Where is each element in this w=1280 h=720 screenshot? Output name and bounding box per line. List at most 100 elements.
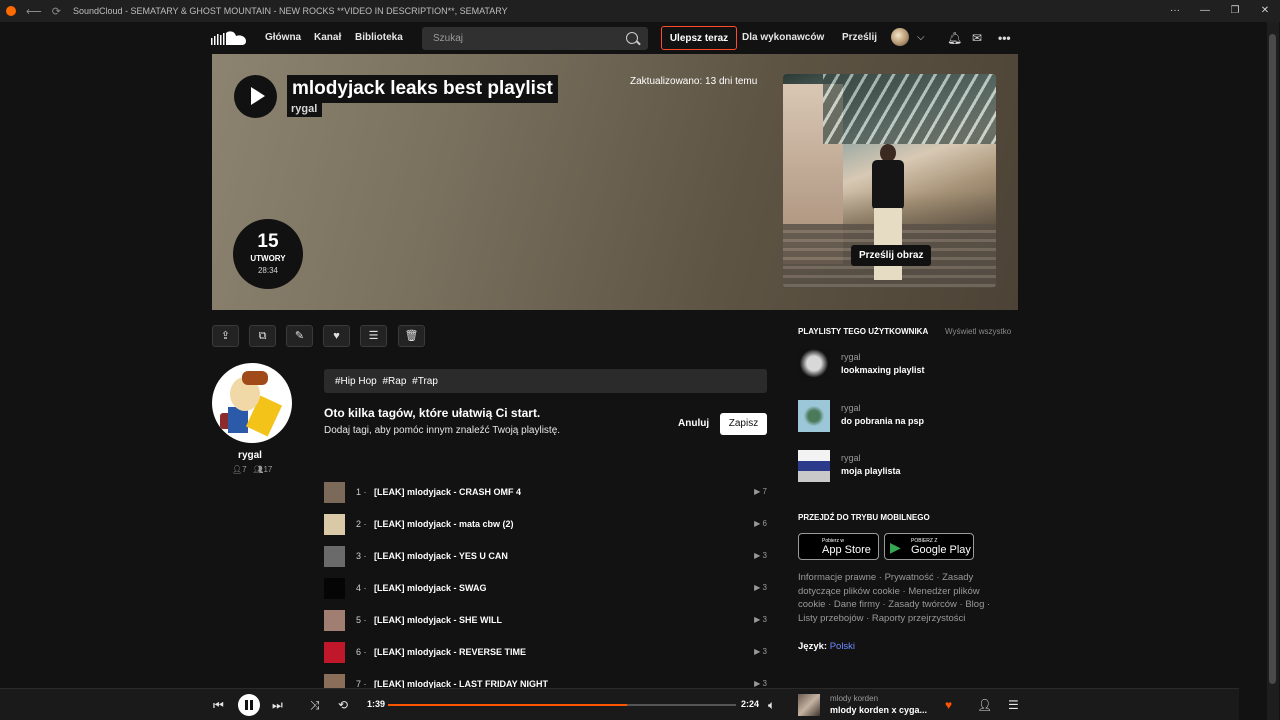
notifications-bell-icon[interactable]: 🔔︎ [947,31,962,45]
playlist-thumbnail[interactable] [798,349,830,381]
minimize-icon[interactable]: — [1190,0,1220,22]
play-button[interactable] [234,75,277,118]
track-title[interactable]: [LEAK] mlodyjack - mata cbw (2) [374,519,514,529]
nav-home[interactable]: Główna [265,32,301,43]
track-plays: ▶ 3 [754,615,767,624]
track-thumbnail[interactable] [324,482,345,503]
playlist-user[interactable]: rygal [841,453,861,463]
messages-mail-icon[interactable]: ✉︎ [972,31,982,45]
soundcloud-logo-icon[interactable] [211,30,247,46]
search-box [422,27,648,50]
nav-for-artists[interactable]: Dla wykonawców [742,32,824,43]
close-icon[interactable]: ✕ [1250,0,1280,22]
track-plays: ▶ 6 [754,519,767,528]
user-avatar-menu[interactable] [891,28,909,46]
more-options-icon[interactable]: ··· [1160,0,1190,22]
view-all-link[interactable]: Wyświetl wszystko [945,327,1011,336]
add-to-queue-icon[interactable]: ☰ [360,325,387,347]
sidebar-playlist[interactable]: rygal do pobrania na psp [798,400,1018,432]
track-thumbnail[interactable] [324,578,345,599]
previous-track-icon[interactable]: ⏮︎ [213,698,224,713]
track-thumbnail[interactable] [324,610,345,631]
track-thumbnail[interactable] [324,514,345,535]
track-row[interactable]: 5 · [LEAK] mlodyjack - SHE WILL ▶ 3 [324,610,767,632]
pause-button[interactable] [238,694,260,716]
like-heart-icon[interactable]: ♥ [945,698,952,712]
sidebar-playlist[interactable]: rygal moja playlista [798,450,1018,482]
repeat-icon[interactable]: ⟲ [338,698,348,712]
search-input[interactable] [433,33,613,44]
window-title: SoundCloud - SEMATARY & GHOST MOUNTAIN -… [73,6,508,16]
scrollbar-thumb[interactable] [1269,34,1276,684]
track-title[interactable]: [LEAK] mlodyjack - REVERSE TIME [374,647,526,657]
progress-fill [388,704,628,706]
playlist-owner-link[interactable]: rygal [287,102,323,117]
track-row[interactable]: 2 · [LEAK] mlodyjack - mata cbw (2) ▶ 6 [324,514,767,536]
save-button[interactable]: Zapisz [720,413,767,435]
total-time: 2:24 [741,699,760,709]
queue-icon[interactable]: ☰ [1008,698,1019,712]
share-icon[interactable]: ⇪ [212,325,239,347]
track-row[interactable]: 3 · [LEAK] mlodyjack - YES U CAN ▶ 3 [324,546,767,568]
sidebar-playlist[interactable]: rygal lookmaxing playlist [798,349,1018,381]
playlist-thumbnail[interactable] [798,400,830,432]
playlist-user[interactable]: rygal [841,403,861,413]
user-avatar[interactable] [212,363,292,443]
track-plays: ▶ 3 [754,551,767,560]
upgrade-button[interactable]: Ulepsz teraz [661,26,737,50]
nav-library[interactable]: Biblioteka [355,32,403,43]
tag-chip[interactable]: #Trap [412,376,438,387]
track-title[interactable]: [LEAK] mlodyjack - CRASH OMF 4 [374,487,521,497]
volume-icon[interactable]: 🔈︎ [768,698,775,713]
playlist-thumbnail[interactable] [798,450,830,482]
shuffle-icon[interactable]: ⤨ [310,698,320,713]
page-scrollbar[interactable] [1239,22,1280,720]
like-heart-icon[interactable]: ♥ [323,325,350,347]
language-link[interactable]: Polski [830,641,855,652]
play-count-icon: ▶ [754,519,763,528]
playlist-title[interactable]: do pobrania na psp [841,416,924,426]
back-arrow-icon[interactable]: ⟵ [26,5,42,18]
edit-pencil-icon[interactable]: ✎ [286,325,313,347]
cover-person-legs [874,208,902,280]
cancel-button[interactable]: Anuluj [678,418,709,429]
nav-feed[interactable]: Kanał [314,32,341,43]
follow-user-icon[interactable]: 👤︎ [977,698,992,712]
upload-image-button[interactable]: Prześlij obraz [851,245,932,266]
track-title[interactable]: [LEAK] mlodyjack - YES U CAN [374,551,508,561]
delete-trash-icon[interactable]: 🗑︎ [398,325,425,347]
app-store-button[interactable]: Pobierz w App Store [798,533,879,560]
followers-count[interactable]: 7 [242,465,246,474]
playlist-title[interactable]: lookmaxing playlist [841,365,925,375]
maximize-icon[interactable]: ❐ [1220,0,1250,22]
tag-chip[interactable]: #Rap [382,376,406,387]
more-menu-icon[interactable]: ••• [998,31,1011,45]
footer-links[interactable]: Informacje prawne · Prywatność · Zasady … [798,571,1008,625]
search-icon[interactable] [626,32,638,44]
tags-input[interactable]: #Hip Hop #Rap #Trap [324,369,767,393]
play-count-icon: ▶ [754,679,763,688]
track-title[interactable]: [LEAK] mlodyjack - SHE WILL [374,615,502,625]
track-row[interactable]: 6 · [LEAK] mlodyjack - REVERSE TIME ▶ 3 [324,642,767,664]
nav-upload[interactable]: Prześlij [842,32,877,43]
track-thumbnail[interactable] [324,546,345,567]
track-row[interactable]: 4 · [LEAK] mlodyjack - SWAG ▶ 3 [324,578,767,600]
progress-bar[interactable] [388,704,736,706]
now-playing-artist[interactable]: mlody korden [830,694,878,703]
track-row[interactable]: 1 · [LEAK] mlodyjack - CRASH OMF 4 ▶ 7 [324,482,767,504]
next-track-icon[interactable]: ⏭︎ [272,698,283,713]
user-name-link[interactable]: rygal [212,450,288,461]
user-playlists-heading: PLAYLISTY TEGO UŻYTKOWNIKA [798,327,929,336]
chevron-down-icon[interactable]: ⌵ [917,32,925,43]
now-playing-title[interactable]: mlody korden x cyga... [830,705,927,715]
copy-link-icon[interactable]: ⧉ [249,325,276,347]
playlist-title[interactable]: moja playlista [841,466,901,476]
playlist-user[interactable]: rygal [841,352,861,362]
now-playing-artwork[interactable] [798,694,820,716]
track-title[interactable]: [LEAK] mlodyjack - SWAG [374,583,487,593]
reload-icon[interactable]: ⟳ [52,5,61,18]
tag-chip[interactable]: #Hip Hop [335,376,377,387]
following-count[interactable]: 17 [263,465,272,474]
google-play-button[interactable]: ▶ POBIERZ Z Google Play [884,533,974,560]
track-thumbnail[interactable] [324,642,345,663]
